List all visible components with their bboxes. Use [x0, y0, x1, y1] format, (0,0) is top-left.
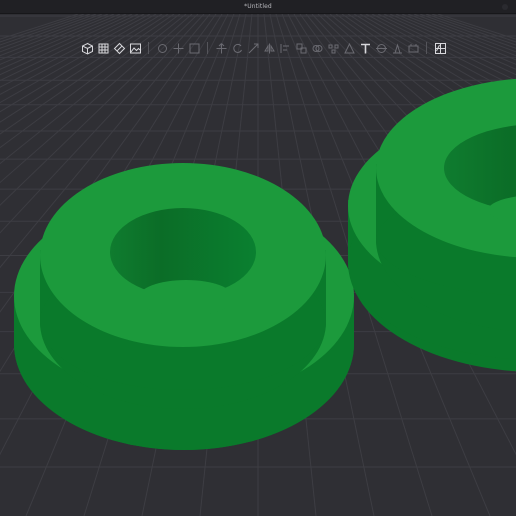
array-tool-button[interactable] — [326, 41, 340, 55]
rotate-tool-button[interactable] — [230, 41, 244, 55]
text-tool-icon — [360, 43, 370, 53]
window-title: *Untitled — [244, 3, 272, 10]
view-layout-icon — [434, 42, 446, 54]
grid-icon — [98, 43, 108, 53]
mirror-tool-icon — [263, 43, 275, 53]
array-tool-icon — [328, 44, 338, 53]
flanged-bushing-left[interactable] — [14, 163, 354, 450]
view-layout-button[interactable] — [433, 41, 447, 55]
align-tool-icon — [280, 43, 289, 53]
rotate-tool-icon — [232, 43, 242, 53]
title-bar: *Untitled — [0, 0, 516, 14]
align-tool-button[interactable] — [278, 41, 292, 55]
zoom-view-button[interactable] — [187, 41, 201, 55]
pan-view-icon — [173, 43, 183, 53]
viewport-toolbar — [80, 39, 447, 57]
scale-tool-button[interactable] — [246, 41, 260, 55]
boolean-tool-icon — [312, 44, 322, 52]
pattern-tool-icon — [343, 42, 355, 53]
group-tool-icon — [296, 43, 306, 53]
perspective-cube-icon — [81, 42, 93, 55]
zoom-view-icon — [189, 43, 199, 53]
pattern-tool-button[interactable] — [342, 41, 356, 55]
toolbar-separator — [207, 42, 208, 54]
rotate-view-icon — [157, 43, 167, 53]
window-control[interactable] — [502, 4, 508, 10]
support-tool-button[interactable] — [390, 41, 404, 55]
grid-button[interactable] — [96, 41, 110, 55]
3d-viewport[interactable] — [0, 14, 516, 516]
move-tool-icon — [216, 42, 226, 53]
rotate-view-button[interactable] — [155, 41, 169, 55]
text-tool-button[interactable] — [358, 41, 372, 55]
boolean-tool-button[interactable] — [310, 41, 324, 55]
model-scene[interactable] — [0, 14, 516, 516]
render-mode-button[interactable] — [128, 41, 142, 55]
cut-tool-icon — [375, 43, 387, 53]
support-tool-icon — [392, 42, 402, 53]
pan-view-button[interactable] — [171, 41, 185, 55]
scale-tool-icon — [248, 43, 258, 53]
perspective-cube-button[interactable] — [80, 41, 94, 55]
group-tool-button[interactable] — [294, 41, 308, 55]
mirror-tool-button[interactable] — [262, 41, 276, 55]
measure-icon — [113, 42, 125, 54]
render-mode-icon — [129, 43, 141, 53]
move-tool-button[interactable] — [214, 41, 228, 55]
place-on-face-button[interactable] — [406, 41, 420, 55]
place-on-face-icon — [408, 43, 418, 52]
flanged-bushing-right[interactable] — [348, 78, 516, 372]
cut-tool-button[interactable] — [374, 41, 388, 55]
measure-button[interactable] — [112, 41, 126, 55]
toolbar-separator — [148, 42, 149, 54]
toolbar-separator — [426, 42, 427, 54]
